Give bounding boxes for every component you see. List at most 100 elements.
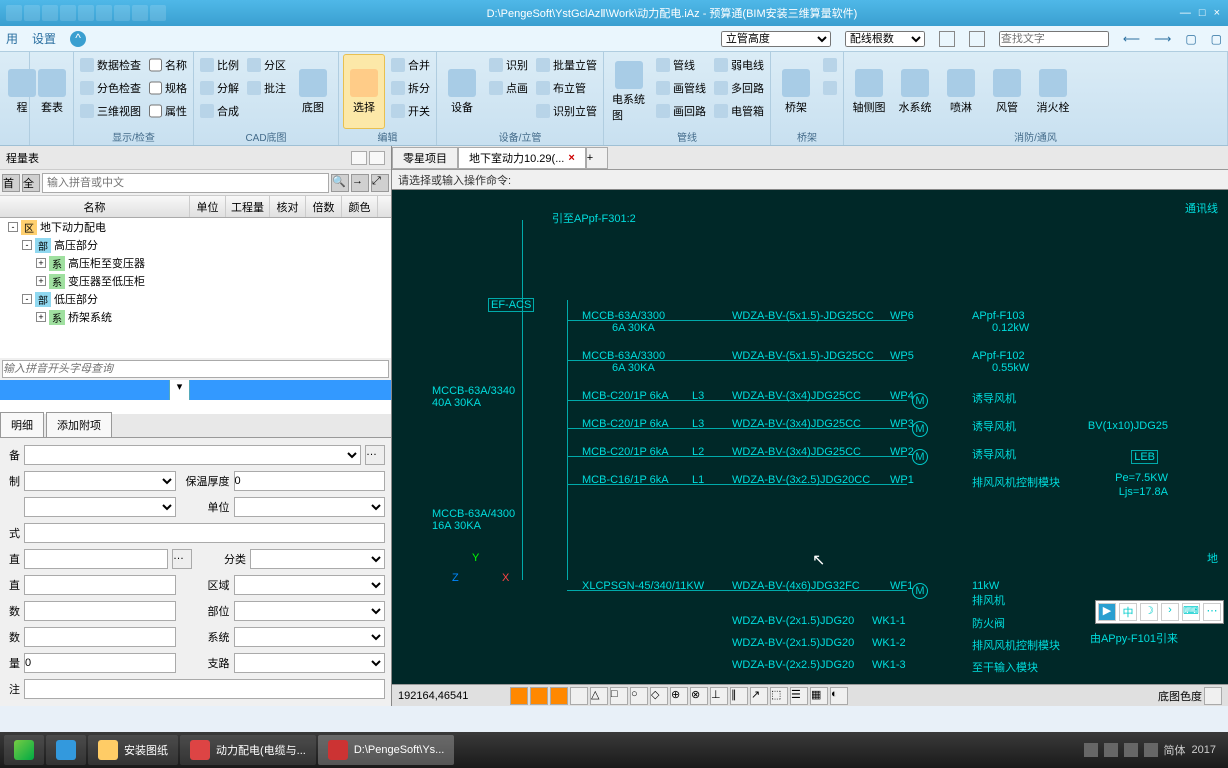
- ribbon-zone[interactable]: 分区: [245, 54, 288, 76]
- ribbon-dot-draw[interactable]: 点画: [487, 77, 530, 99]
- ribbon-ebox[interactable]: 电管箱: [712, 100, 766, 122]
- qat-icon[interactable]: [132, 5, 148, 21]
- prop-sel[interactable]: [24, 497, 176, 517]
- menu-use[interactable]: 用: [6, 30, 18, 47]
- ribbon-spec[interactable]: 规格: [147, 77, 189, 99]
- ribbon-esys[interactable]: 电系统图: [608, 54, 650, 129]
- osnap-icon[interactable]: ↗: [750, 687, 768, 705]
- osnap-circ-icon[interactable]: ○: [630, 687, 648, 705]
- qat-icon[interactable]: [114, 5, 130, 21]
- view-keyboard-icon[interactable]: ⌨: [1182, 603, 1200, 621]
- tab-basement[interactable]: 地下室动力10.29(...×: [458, 147, 586, 169]
- expand-icon[interactable]: ⤢: [371, 174, 389, 192]
- osnap-icon[interactable]: ∥: [730, 687, 748, 705]
- pipe-height-select[interactable]: 立管高度: [721, 31, 831, 47]
- ribbon-select[interactable]: 选择: [343, 54, 385, 129]
- toggle-icon[interactable]: [939, 31, 955, 47]
- area-sel[interactable]: [234, 575, 386, 595]
- search-input[interactable]: [42, 173, 329, 193]
- lang-indicator[interactable]: 简体: [1164, 742, 1186, 758]
- osnap-icon[interactable]: ⊕: [670, 687, 688, 705]
- selected-row[interactable]: ▾: [0, 380, 391, 400]
- osnap-icon[interactable]: ◇: [650, 687, 668, 705]
- qat-save-icon[interactable]: [6, 5, 22, 21]
- osnap-icon[interactable]: ◐: [830, 687, 848, 705]
- tab-new[interactable]: +: [586, 147, 608, 169]
- ribbon-hydrant[interactable]: 消火栓: [1032, 54, 1074, 129]
- ribbon-pipeline[interactable]: 管线: [654, 54, 708, 76]
- ribbon-water[interactable]: 水系统: [894, 54, 936, 129]
- nav-fwd-icon[interactable]: ⟶: [1154, 32, 1171, 46]
- ribbon-sprinkler[interactable]: 喷淋: [940, 54, 982, 129]
- snap-icon[interactable]: [530, 687, 548, 705]
- view-chevron-icon[interactable]: ›: [1161, 603, 1179, 621]
- ribbon-bridge[interactable]: 桥架: [775, 54, 817, 129]
- osnap-icon[interactable]: ⬚: [770, 687, 788, 705]
- ribbon-attr[interactable]: 属性: [147, 100, 189, 122]
- tab-attach[interactable]: 添加附项: [46, 412, 112, 437]
- snap-icon[interactable]: [570, 687, 588, 705]
- view-icon[interactable]: ▶: [1098, 603, 1116, 621]
- part-sel[interactable]: [234, 601, 386, 621]
- osnap-icon[interactable]: ⊗: [690, 687, 708, 705]
- tray-icon[interactable]: [1124, 743, 1138, 757]
- qat-cut-icon[interactable]: [60, 5, 76, 21]
- ribbon-switch[interactable]: 开关: [389, 100, 432, 122]
- menu-settings[interactable]: 设置: [32, 30, 56, 47]
- qty-input[interactable]: [24, 653, 176, 673]
- ribbon-scale[interactable]: 比例: [198, 54, 241, 76]
- tab-misc[interactable]: 零星项目: [392, 147, 458, 169]
- command-line[interactable]: 请选择或输入操作命令:: [392, 170, 1228, 190]
- tree-view[interactable]: -区地下动力配电-部高压部分+系高压柜至变压器+系变压器至低压柜-部低压部分+系…: [0, 218, 391, 358]
- view-moon-icon[interactable]: ☽: [1140, 603, 1158, 621]
- ribbon-multiloop[interactable]: 多回路: [712, 77, 766, 99]
- qat-copy-icon[interactable]: [78, 5, 94, 21]
- tray-icon[interactable]: [1084, 743, 1098, 757]
- snap-icon[interactable]: [510, 687, 528, 705]
- system-sel[interactable]: [234, 627, 386, 647]
- ribbon-draw-pipe[interactable]: 画管线: [654, 77, 708, 99]
- snap-icon[interactable]: [550, 687, 568, 705]
- branch-sel[interactable]: [234, 653, 386, 673]
- ribbon-3d-view[interactable]: 三维视图: [78, 100, 143, 122]
- ribbon-identify[interactable]: 识别: [487, 54, 530, 76]
- cad-canvas[interactable]: 引至APpf-F301:2 通讯线 EF-ACS MCCB-63A/3340 4…: [392, 190, 1228, 684]
- ribbon-weakwire[interactable]: 弱电线: [712, 54, 766, 76]
- maximize-icon[interactable]: □: [1199, 7, 1206, 19]
- wire-count-select[interactable]: 配线根数: [845, 31, 925, 47]
- tree-item[interactable]: -部低压部分: [0, 290, 391, 308]
- tray-icon[interactable]: [1104, 743, 1118, 757]
- ribbon-data-check[interactable]: 数据检查: [78, 54, 143, 76]
- ribbon-decompose[interactable]: 分解: [198, 77, 241, 99]
- ribbon-table[interactable]: 套表: [34, 54, 70, 129]
- tray-volume-icon[interactable]: [1144, 743, 1158, 757]
- prop-btn[interactable]: …: [172, 549, 192, 569]
- qat-icon[interactable]: [150, 5, 166, 21]
- osnap-tri-icon[interactable]: △: [590, 687, 608, 705]
- qat-undo-icon[interactable]: [24, 5, 40, 21]
- toggle-icon[interactable]: [969, 31, 985, 47]
- qat-redo-icon[interactable]: [42, 5, 58, 21]
- tree-item[interactable]: -区地下动力配电: [0, 218, 391, 236]
- find-text-input[interactable]: [999, 31, 1109, 47]
- prop-sel[interactable]: [24, 445, 361, 465]
- tab-close-icon[interactable]: ×: [568, 152, 574, 164]
- window-icon[interactable]: ▢: [1185, 32, 1196, 46]
- app-button[interactable]: D:\PengeSoft\Ys...: [318, 735, 455, 765]
- view-zhong-icon[interactable]: 中: [1119, 603, 1137, 621]
- ribbon-merge[interactable]: 合成: [198, 100, 241, 122]
- close-icon[interactable]: ×: [1214, 7, 1220, 19]
- minimize-icon[interactable]: —: [1180, 7, 1191, 19]
- ribbon-color-check[interactable]: 分色检查: [78, 77, 143, 99]
- view-more-icon[interactable]: ⋯: [1203, 603, 1221, 621]
- panel-close-icon[interactable]: [369, 151, 385, 165]
- ribbon-draw-loop[interactable]: 画回路: [654, 100, 708, 122]
- osnap-perp-icon[interactable]: ⊥: [710, 687, 728, 705]
- filter-icon[interactable]: 首: [2, 174, 20, 192]
- window-icon[interactable]: ▢: [1211, 32, 1222, 46]
- tree-item[interactable]: +系变压器至低压柜: [0, 272, 391, 290]
- prop-input[interactable]: [24, 523, 385, 543]
- tree-item[interactable]: +系桥架系统: [0, 308, 391, 326]
- osnap-icon[interactable]: ▦: [810, 687, 828, 705]
- filter-input[interactable]: [2, 360, 389, 378]
